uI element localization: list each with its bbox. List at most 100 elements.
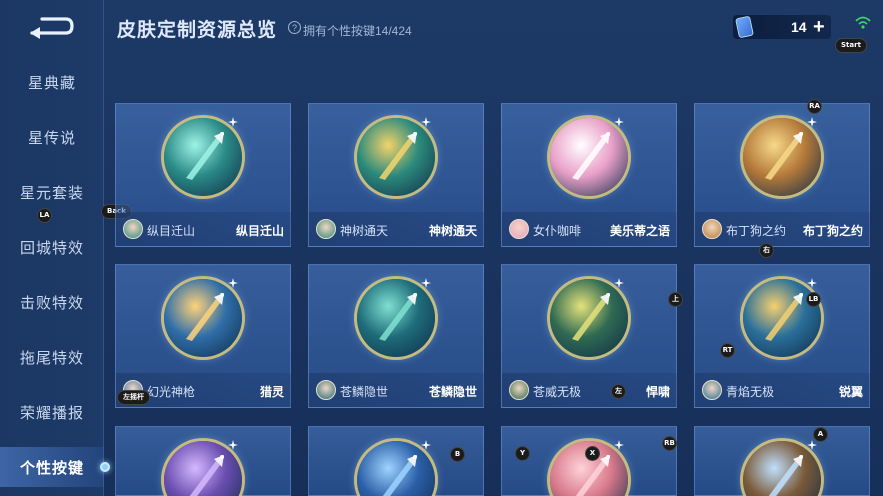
skin-button-icon	[164, 279, 242, 357]
hero-skin-name: 幻光神枪	[147, 385, 196, 399]
card-footer: 青焰无极 锐翼	[695, 373, 871, 407]
sidebar-item-label: 回城特效	[19, 239, 84, 257]
card-footer: 女仆咖啡 美乐蒂之语	[502, 212, 678, 246]
skin-card[interactable]: 苍威无极 悍啸	[501, 264, 678, 408]
skin-card[interactable]	[115, 426, 291, 496]
button-skin-name: 神树通天	[428, 224, 477, 238]
skin-button-icon	[357, 118, 435, 196]
skin-button-icon	[743, 118, 821, 196]
skin-button-icon	[743, 279, 821, 357]
hero-skin-name: 神树通天	[340, 224, 389, 238]
skin-card[interactable]: 神树通天 神树通天	[308, 103, 485, 247]
card-footer: 苍鳞隐世 苍鳞隐世	[309, 373, 485, 407]
hero-skin-name: 苍鳞隐世	[340, 385, 389, 399]
start-hint-badge: Start	[835, 38, 867, 53]
sidebar-item-label: 个性按键	[19, 459, 84, 477]
rt-hint-badge: RT	[720, 343, 735, 358]
sparkle-icon	[807, 275, 817, 288]
hero-avatar	[702, 219, 722, 239]
left-stick-hint-badge: 左摇杆	[117, 390, 150, 405]
hero-avatar	[509, 380, 529, 400]
sidebar-item-custom-buttons[interactable]: 个性按键	[0, 447, 110, 487]
sparkle-icon	[228, 114, 238, 127]
sparkle-icon	[614, 114, 624, 127]
lb-hint-badge: LB	[806, 292, 821, 307]
skin-card[interactable]: 布丁狗之约 布丁狗之约	[694, 103, 871, 247]
hero-avatar	[316, 380, 336, 400]
hero-skin-name: 青焰无极	[726, 385, 775, 399]
skin-button-icon	[550, 118, 628, 196]
skin-card[interactable]	[501, 426, 677, 496]
rb-hint-badge: RB	[662, 436, 677, 451]
skin-card[interactable]: 纵目迁山 纵目迁山	[115, 103, 292, 247]
right-hint-badge: 右	[759, 243, 774, 258]
skin-card[interactable]: 幻光神枪 猎灵	[115, 264, 292, 408]
skin-card[interactable]	[694, 426, 870, 496]
sidebar-item-label: 星传说	[27, 129, 76, 147]
currency-counter: 14 +	[733, 15, 831, 39]
hero-avatar	[509, 219, 529, 239]
sidebar-item-trail-effect[interactable]: 拖尾特效	[0, 337, 104, 377]
skin-card[interactable]: 苍鳞隐世 苍鳞隐世	[308, 264, 485, 408]
hero-skin-name: 苍威无极	[533, 385, 582, 399]
sidebar-item-legend[interactable]: 星传说	[0, 117, 104, 157]
button-skin-name: 猎灵	[259, 385, 284, 399]
sparkle-icon	[421, 114, 431, 127]
sparkle-icon	[228, 275, 238, 288]
a-hint-badge: A	[813, 427, 828, 442]
sparkle-icon	[421, 437, 431, 450]
card-footer: 布丁狗之约 布丁狗之约	[695, 212, 871, 246]
button-skin-name: 锐翼	[838, 385, 863, 399]
sidebar-item-label: 星典藏	[27, 74, 76, 92]
sidebar-item-label: 拖尾特效	[19, 349, 84, 367]
y-hint-badge: Y	[515, 446, 530, 461]
button-skin-name: 美乐蒂之语	[609, 224, 670, 238]
sidebar: 星典藏 星传说 星元套装 回城特效 击败特效 拖尾特效 荣耀播报 个性按键	[0, 0, 110, 496]
active-indicator	[100, 462, 110, 472]
skin-button-icon	[164, 118, 242, 196]
sidebar-item-recall-effect[interactable]: 回城特效	[0, 227, 104, 267]
button-skin-name: 纵目迁山	[235, 224, 284, 238]
sidebar-item-label: 星元套装	[19, 184, 84, 202]
skin-card[interactable]: 女仆咖啡 美乐蒂之语	[501, 103, 678, 247]
hero-avatar	[316, 219, 336, 239]
ticket-icon	[735, 15, 754, 39]
left-hint-badge: 左	[611, 384, 626, 399]
sidebar-item-set[interactable]: 星元套装	[0, 172, 104, 212]
button-skin-name: 苍鳞隐世	[428, 385, 477, 399]
sidebar-item-kill-effect[interactable]: 击败特效	[0, 282, 104, 322]
owned-count-text: 拥有个性按键14/424	[303, 24, 412, 38]
button-skin-name: 布丁狗之约	[802, 224, 863, 238]
sidebar-item-glory-broadcast[interactable]: 荣耀播报	[0, 392, 104, 432]
sparkle-icon	[421, 275, 431, 288]
add-currency-button[interactable]: +	[813, 17, 825, 37]
hero-avatar	[123, 219, 143, 239]
skin-card[interactable]: 青焰无极 锐翼	[694, 264, 871, 408]
hero-avatar	[702, 380, 722, 400]
x-hint-badge: X	[585, 446, 600, 461]
hero-skin-name: 布丁狗之约	[726, 224, 787, 238]
la-hint-badge: LA	[37, 208, 52, 223]
sidebar-item-label: 荣耀播报	[19, 404, 84, 422]
sidebar-item-label: 击败特效	[19, 294, 84, 312]
sparkle-icon	[228, 437, 238, 450]
page-title: 皮肤定制资源总览	[117, 20, 278, 41]
sidebar-item-collection[interactable]: 星典藏	[0, 62, 104, 102]
up-hint-badge: 上	[668, 292, 683, 307]
skin-button-icon	[550, 279, 628, 357]
help-icon[interactable]: ?	[288, 21, 301, 34]
sparkle-icon	[614, 437, 624, 450]
button-skin-name: 悍啸	[645, 385, 670, 399]
hero-skin-name: 女仆咖啡	[533, 224, 582, 238]
back-arrow-icon[interactable]	[26, 13, 74, 39]
currency-value: 14	[791, 19, 807, 35]
sparkle-icon	[614, 275, 624, 288]
hero-skin-name: 纵目迁山	[147, 224, 196, 238]
ra-hint-badge: RA	[807, 99, 822, 114]
b-hint-badge: B	[450, 447, 465, 462]
card-footer: 神树通天 神树通天	[309, 212, 485, 246]
sparkle-icon	[807, 114, 817, 127]
skin-button-icon	[357, 279, 435, 357]
card-footer: 苍威无极 悍啸	[502, 373, 678, 407]
wifi-icon	[855, 16, 871, 29]
